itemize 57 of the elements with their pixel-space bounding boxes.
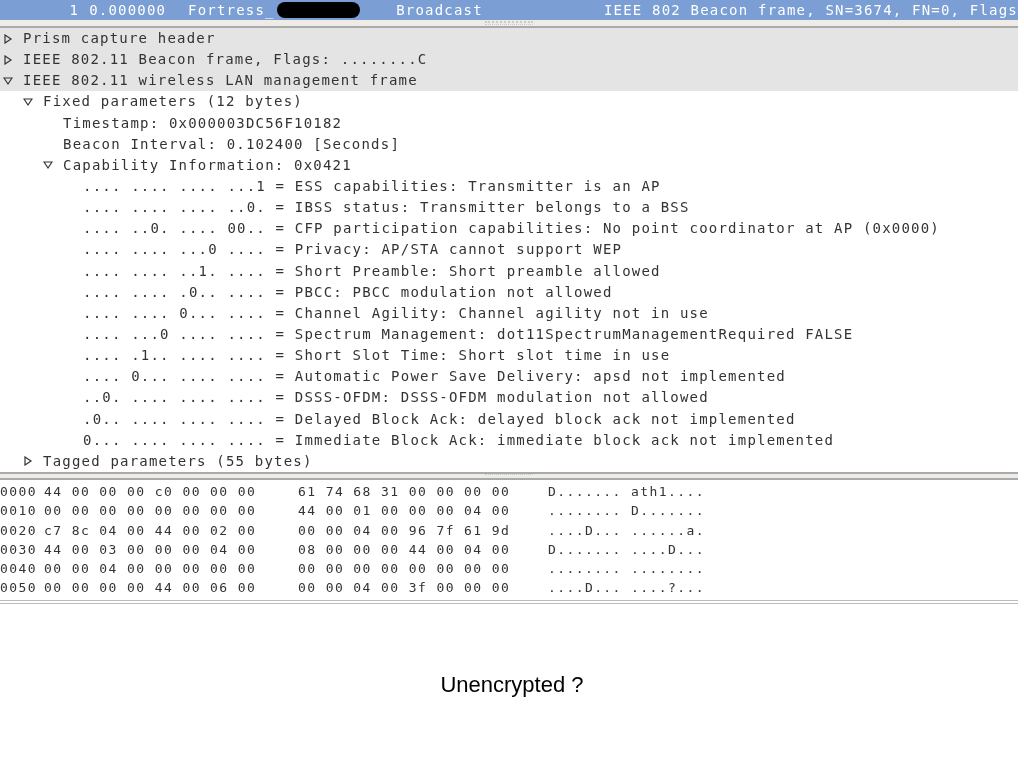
hex-bytes: 44 00 03 00 00 00 04 00 [44, 540, 258, 559]
hex-bytes: 00 00 04 00 96 7f 61 9d [298, 521, 512, 540]
hex-bytes: 00 00 00 00 00 00 00 00 [298, 560, 512, 579]
splitter-grip[interactable] [485, 21, 533, 25]
hex-bytes: 44 00 01 00 00 00 04 00 [298, 502, 512, 521]
expanded-arrow-icon[interactable] [3, 75, 13, 86]
tree-item-label[interactable]: Beacon Interval: 0.102400 [Seconds] [63, 133, 400, 155]
expanded-arrow-icon[interactable] [43, 160, 53, 171]
hex-offset: 0030 [0, 540, 38, 559]
hex-ascii: ........ D....... [548, 502, 705, 521]
hex-ascii: ........ ........ [548, 560, 705, 579]
tree-item-label[interactable]: 0... .... .... .... = Immediate Block Ack: immediate block ack not implemented [83, 429, 835, 451]
splitter-grip[interactable] [485, 474, 533, 477]
tree-item-label[interactable]: .... ...0 .... .... = Spectrum Management: dot11SpectrumManagementRequired FALSE [83, 324, 854, 346]
hex-offset: 0020 [0, 521, 38, 540]
tree-item-label[interactable]: .... .... 0... .... = Channel Agility: Channel agility not in use [83, 302, 709, 324]
hex-offset: 0040 [0, 560, 38, 579]
hex-ascii: D....... ....D... [548, 540, 705, 559]
tree-item-label[interactable]: .0.. .... .... .... = Delayed Block Ack: delayed block ack not implemented [83, 408, 796, 430]
hex-bytes: 00 00 04 00 3f 00 00 00 [298, 579, 512, 598]
hex-offset: 0010 [0, 502, 38, 521]
collapsed-arrow-icon[interactable] [3, 33, 13, 44]
packet-time: 0.000000 [89, 0, 168, 20]
hex-bytes: 61 74 68 31 00 00 00 00 [298, 482, 512, 501]
hex-ascii: ....D... ....?... [548, 579, 705, 598]
hex-bytes: 00 00 00 00 00 00 00 00 [44, 502, 258, 521]
expanded-arrow-icon[interactable] [23, 97, 33, 107]
collapsed-arrow-icon[interactable] [23, 456, 33, 467]
tree-item-label[interactable]: .... 0... .... .... = Automatic Power Save Delivery: apsd not implemented [83, 366, 786, 388]
packet-number: 1 [68, 0, 80, 20]
tree-item-label[interactable]: .... ..0. .... 00.. = CFP participation capabilities: No point coordinator at AP (0x0000) [83, 218, 940, 240]
tree-item-label[interactable]: .... .... .0.. .... = PBCC: PBCC modulation not allowed [83, 281, 613, 303]
tree-item-label[interactable]: Prism capture header [23, 28, 216, 50]
collapsed-arrow-icon[interactable] [3, 54, 13, 65]
hex-ascii: D....... ath1.... [548, 482, 705, 501]
hex-bytes: 44 00 00 00 c0 00 00 00 [44, 482, 258, 501]
packet-info: IEEE 802 Beacon frame, SN=3674, FN=0, Flags [603, 0, 1018, 20]
tree-item-label[interactable]: Tagged parameters (55 bytes) [43, 450, 313, 472]
tree-item-label[interactable]: .... .... ...0 .... = Privacy: AP/STA cannot support WEP [83, 239, 623, 261]
tree-item-label[interactable]: .... .1.. .... .... = Short Slot Time: Short slot time in use [83, 345, 671, 367]
tree-item-label[interactable]: Timestamp: 0x000003DC56F10182 [63, 112, 343, 134]
slide-caption: Unencrypted ? [440, 670, 584, 699]
tree-item-label[interactable]: .... .... .... ..0. = IBSS status: Transmitter belongs to a BSS [83, 197, 690, 219]
hex-bytes: 00 00 04 00 00 00 00 00 [44, 560, 258, 579]
tree-item-label[interactable]: .... .... .... ...1 = ESS capabilities: Transmitter is an AP [83, 176, 661, 198]
hex-ascii: ....D... ......a. [548, 521, 705, 540]
packet-source: Fortress_ [188, 0, 276, 21]
hex-offset: 0000 [0, 482, 38, 501]
hex-bytes: c7 8c 04 00 44 00 02 00 [44, 521, 258, 540]
hex-offset: 0050 [0, 579, 38, 598]
hex-bytes: 08 00 00 00 44 00 04 00 [298, 540, 512, 559]
tree-item-label[interactable]: ..0. .... .... .... = DSSS-OFDM: DSSS-OFDM modulation not allowed [83, 387, 709, 409]
tree-item-label[interactable]: Capability Information: 0x0421 [63, 154, 352, 176]
tree-item-label[interactable]: Fixed parameters (12 bytes) [43, 91, 303, 113]
packet-destination: Broadcast [396, 0, 484, 20]
hex-bytes: 00 00 00 00 44 00 06 00 [44, 579, 258, 598]
tree-item-label[interactable]: .... .... ..1. .... = Short Preamble: Short preamble allowed [83, 260, 661, 282]
